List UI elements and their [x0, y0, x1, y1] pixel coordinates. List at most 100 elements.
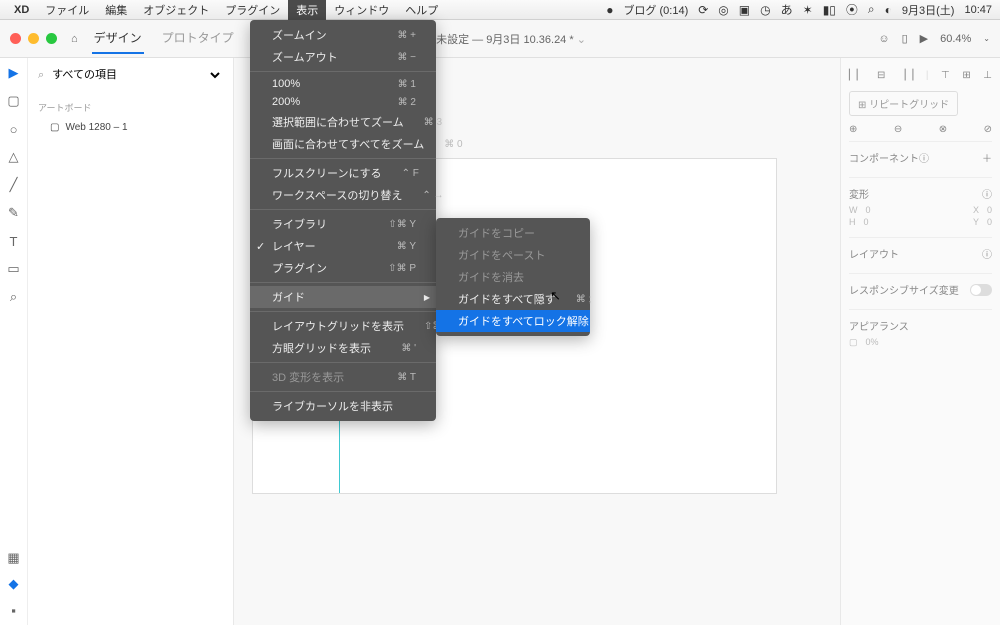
- macos-menubar: XD ファイル 編集 オブジェクト プラグイン 表示 ウィンドウ ヘルプ ● ブ…: [0, 0, 1000, 20]
- minimize-button[interactable]: [28, 33, 39, 44]
- layout-label: レイアウト: [849, 246, 899, 261]
- libraries-icon[interactable]: ▦: [7, 551, 21, 565]
- info-icon[interactable]: ⓘ: [919, 150, 929, 165]
- mobile-preview-icon[interactable]: ▯: [902, 32, 908, 45]
- wifi-icon[interactable]: ⦿: [846, 1, 858, 18]
- tool-zoom[interactable]: ⌕: [7, 290, 21, 304]
- menu-item[interactable]: ライブラリ⇧⌘ Y: [250, 213, 436, 235]
- menu-item[interactable]: 画面に合わせてすべてをズーム⌘ 0: [250, 133, 436, 155]
- filter-select[interactable]: すべての項目: [48, 68, 223, 82]
- info-icon-3[interactable]: ⓘ: [982, 246, 992, 261]
- input-icon[interactable]: あ: [781, 1, 793, 18]
- menu-view[interactable]: 表示: [288, 0, 326, 20]
- chevron-down-icon[interactable]: ⌄: [983, 34, 990, 43]
- view-dropdown: ズームイン⌘ +ズームアウト⌘ − 100%⌘ 1200%⌘ 2選択範囲に合わせて…: [250, 20, 436, 421]
- menu-window[interactable]: ウィンドウ: [326, 0, 397, 20]
- zoom-level[interactable]: 60.4%: [940, 33, 971, 45]
- user-icon[interactable]: ☺: [878, 33, 889, 45]
- info-icon-2[interactable]: ⓘ: [982, 186, 992, 201]
- add-icon[interactable]: ⊕: [849, 124, 857, 135]
- submenu-item[interactable]: ガイドをすべて隠す⌘ ;: [436, 288, 590, 310]
- tool-line[interactable]: ╱: [7, 178, 21, 192]
- tab-design[interactable]: デザイン: [92, 23, 144, 54]
- artboard-icon: ▢: [50, 122, 59, 133]
- menu-item[interactable]: ワークスペースの切り替え⌃ →: [250, 184, 436, 206]
- traffic-lights: [10, 33, 57, 44]
- tab-prototype[interactable]: プロトタイプ: [160, 23, 236, 54]
- menu-item[interactable]: フルスクリーンにする⌃ F: [250, 162, 436, 184]
- play-icon[interactable]: ▶: [920, 32, 928, 45]
- menu-item[interactable]: 100%⌘ 1: [250, 75, 436, 93]
- control-icon[interactable]: ◐: [885, 3, 892, 17]
- submenu-item[interactable]: ガイドをすべてロック解除⇧⌘ ;: [436, 310, 590, 332]
- subtract-icon[interactable]: ⊖: [894, 124, 902, 135]
- app-name[interactable]: XD: [14, 4, 29, 16]
- intersect-icon[interactable]: ⊗: [939, 124, 947, 135]
- plugins-icon[interactable]: ▪: [7, 603, 21, 617]
- tool-polygon[interactable]: △: [7, 150, 21, 164]
- align-center-v-icon[interactable]: ⊞: [962, 70, 970, 81]
- menubar-date[interactable]: 9月3日(土): [902, 2, 955, 18]
- maximize-button[interactable]: [46, 33, 57, 44]
- sync-icon[interactable]: ⟳: [698, 3, 708, 17]
- responsive-label: レスポンシブサイズ変更: [849, 282, 959, 297]
- menu-item[interactable]: ✓レイヤー⌘ Y: [250, 235, 436, 257]
- appearance-label: アピアランス: [849, 318, 909, 333]
- menu-item[interactable]: 選択範囲に合わせてズーム⌘ 3: [250, 111, 436, 133]
- menu-plugin[interactable]: プラグイン: [217, 0, 288, 20]
- menu-item[interactable]: レイアウトグリッドを表示⇧⌘ ': [250, 315, 436, 337]
- menu-item[interactable]: ガイド: [250, 286, 436, 308]
- menu-item[interactable]: 方眼グリッドを表示⌘ ': [250, 337, 436, 359]
- tool-pen[interactable]: ✎: [7, 206, 21, 220]
- tool-ellipse[interactable]: ○: [7, 122, 21, 136]
- close-button[interactable]: [10, 33, 21, 44]
- menu-item[interactable]: プラグイン⇧⌘ P: [250, 257, 436, 279]
- menu-edit[interactable]: 編集: [97, 0, 135, 20]
- artboard-item[interactable]: ▢ Web 1280 – 1: [38, 120, 223, 135]
- opacity-icon: ▢: [849, 337, 858, 348]
- blog-timer[interactable]: ブログ (0:14): [623, 2, 688, 18]
- cc-icon[interactable]: ◎: [718, 3, 728, 17]
- menu-item: 3D 変形を表示⌘ T: [250, 366, 436, 388]
- record-icon[interactable]: ●: [606, 3, 613, 17]
- component-label: コンポーネント: [849, 150, 919, 165]
- submenu-item: ガイドをペースト: [436, 244, 590, 266]
- window-toolbar: ⌂ デザイン プロトタイプ 共有 名称未設定 — 9月3日 10.36.24 *…: [0, 20, 1000, 58]
- menu-help[interactable]: ヘルプ: [397, 0, 446, 20]
- transform-label: 変形: [849, 186, 869, 201]
- menu-item[interactable]: ズームアウト⌘ −: [250, 46, 436, 68]
- box-icon[interactable]: ▣: [739, 3, 750, 17]
- responsive-toggle[interactable]: [970, 284, 992, 296]
- exclude-icon[interactable]: ⊘: [984, 124, 992, 135]
- repeat-grid-button[interactable]: ⊞ リピートグリッド: [849, 91, 958, 116]
- align-bottom-icon[interactable]: ⊥: [983, 70, 992, 81]
- menu-item[interactable]: ズームイン⌘ +: [250, 24, 436, 46]
- tool-text[interactable]: T: [7, 234, 21, 248]
- battery-icon[interactable]: ▮▯: [823, 3, 836, 17]
- add-component-icon[interactable]: ＋: [982, 150, 992, 165]
- tool-rectangle[interactable]: ▢: [7, 94, 21, 108]
- menu-object[interactable]: オブジェクト: [135, 0, 217, 20]
- menubar-right: ● ブログ (0:14) ⟳ ◎ ▣ ◷ あ ✶ ▮▯ ⦿ ⌕ ◐ 9月3日(土…: [606, 1, 992, 18]
- align-left-icon[interactable]: ▏▏: [849, 70, 864, 81]
- align-right-icon[interactable]: ▕▕: [898, 70, 913, 81]
- tool-artboard[interactable]: ▭: [7, 262, 21, 276]
- tool-strip: ▶ ▢ ○ △ ╱ ✎ T ▭ ⌕ ▦ ◆ ▪: [0, 58, 28, 625]
- search-icon[interactable]: ⌕: [868, 2, 875, 17]
- opacity-value[interactable]: 0%: [866, 337, 879, 348]
- document-title: 名称未設定 — 9月3日 10.36.24 * ⌄: [414, 31, 586, 47]
- menu-item[interactable]: ライブカーソルを非表示: [250, 395, 436, 417]
- clock-icon[interactable]: ◷: [760, 3, 770, 17]
- artboard-section-label: アートボード: [38, 101, 223, 114]
- layers-icon[interactable]: ◆: [7, 577, 21, 591]
- menu-item[interactable]: 200%⌘ 2: [250, 93, 436, 111]
- menu-file[interactable]: ファイル: [37, 0, 97, 20]
- align-center-h-icon[interactable]: ⊟: [877, 70, 885, 81]
- tool-select[interactable]: ▶: [7, 66, 21, 80]
- tool-icon[interactable]: ✶: [803, 3, 813, 17]
- menubar-time[interactable]: 10:47: [964, 4, 992, 16]
- home-icon[interactable]: ⌂: [71, 33, 78, 45]
- align-top-icon[interactable]: ⊤: [941, 70, 950, 81]
- search-icon[interactable]: ⌕: [38, 69, 44, 82]
- left-panel: ⌕ すべての項目 アートボード ▢ Web 1280 – 1: [28, 58, 234, 625]
